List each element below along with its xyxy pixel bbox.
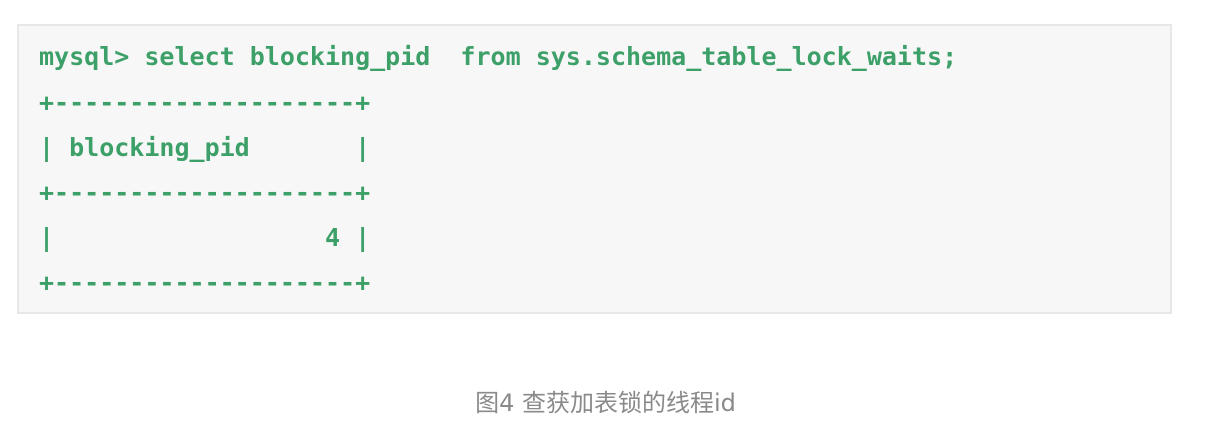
table-data-row: | 4 | [39, 223, 371, 252]
table-border-middle: +--------------------+ [39, 178, 371, 207]
code-block: mysql> select blocking_pid from sys.sche… [17, 24, 1172, 314]
figure-caption: 图4 查获加表锁的线程id [475, 389, 736, 417]
table-border-bottom: +--------------------+ [39, 268, 371, 297]
sql-query-line: mysql> select blocking_pid from sys.sche… [39, 42, 958, 71]
table-header-row: | blocking_pid | [39, 133, 371, 162]
table-border-top: +--------------------+ [39, 88, 371, 117]
